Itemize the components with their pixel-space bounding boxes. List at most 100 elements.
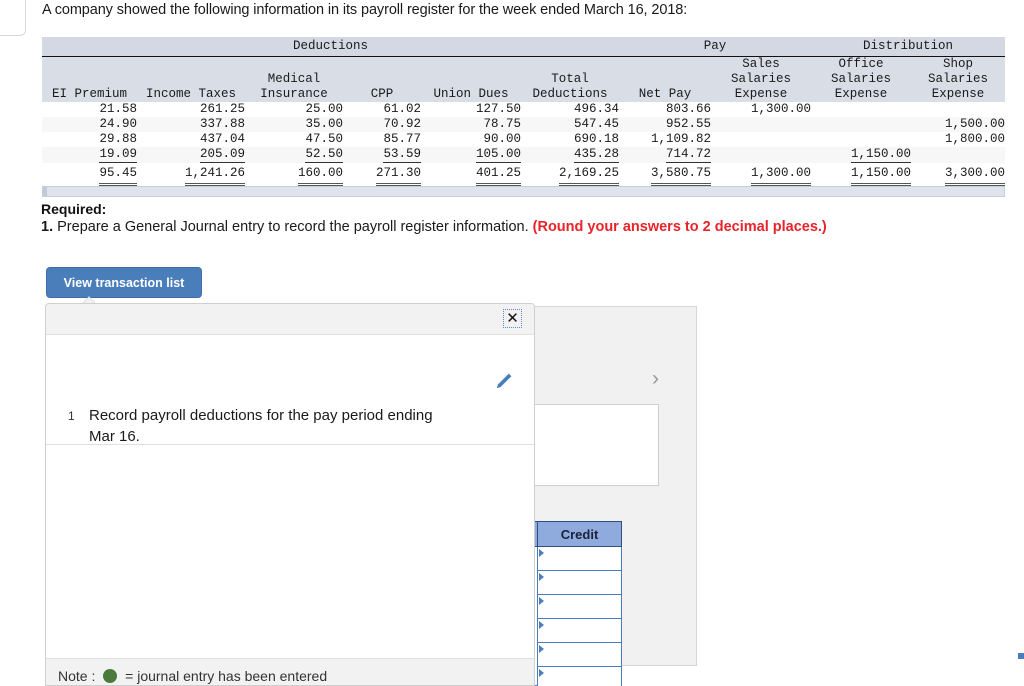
- credit-input-cell[interactable]: [537, 667, 622, 686]
- table-cell: 261.25: [137, 102, 245, 117]
- column-header-line: Salaries: [730, 72, 791, 86]
- table-cell: [811, 132, 911, 147]
- cell-value: 160.00: [297, 165, 343, 186]
- table-cell: 952.55: [619, 117, 711, 132]
- credit-input-cell[interactable]: [537, 643, 622, 667]
- close-icon[interactable]: ✕: [503, 309, 522, 328]
- cell-value: 2,169.25: [558, 165, 619, 186]
- cell-value: 53.59: [383, 147, 421, 163]
- column-header-line: Salaries: [830, 72, 891, 86]
- table-total-cell: 2,169.25: [521, 163, 619, 186]
- table-total-cell: 271.30: [343, 163, 421, 186]
- table-totals-row: 95.45 1,241.26 160.00 271.30 401.25 2,169.25 3…: [42, 163, 1005, 186]
- table-cell: 437.04: [137, 132, 245, 147]
- table-cell: 25.00: [245, 102, 343, 117]
- table-cell: 21.58: [42, 102, 137, 117]
- scrollbar-thumb[interactable]: [43, 187, 47, 196]
- cell-value: 19.09: [99, 147, 137, 163]
- table-cell: 803.66: [619, 102, 711, 117]
- credit-input-cell[interactable]: [537, 595, 622, 619]
- table-cell: 1,150.00: [811, 147, 911, 163]
- column-header-cell: Shop Salaries Expense: [911, 56, 1005, 102]
- column-header-line: CPP: [370, 87, 394, 101]
- column-header-line: Office: [838, 57, 884, 71]
- rounding-note: (Round your answers to 2 decimal places.…: [532, 219, 827, 235]
- table-cell: 1,800.00: [911, 132, 1005, 147]
- modal-footer: Note : = journal entry has been entered: [46, 658, 534, 685]
- column-header-line: Medical: [267, 72, 321, 86]
- column-header-line: Income Taxes: [145, 87, 236, 101]
- credit-input-cell[interactable]: [537, 547, 622, 571]
- requirement-number: 1.: [41, 219, 54, 235]
- required-label: Required:: [41, 201, 107, 217]
- column-header-cell: Income Taxes: [137, 56, 245, 102]
- table-cell: 1,500.00: [911, 117, 1005, 132]
- right-scroll-nub[interactable]: [1018, 653, 1024, 659]
- transaction-list-modal: ✕ 1 Record payroll deductions for the pa…: [45, 303, 535, 686]
- modal-header: ✕: [46, 304, 534, 335]
- group-header-cell: Distribution: [811, 37, 1005, 57]
- column-header-line: Net Pay: [638, 87, 692, 101]
- cell-value: 435.28: [573, 147, 619, 163]
- table-cell: 435.28: [521, 147, 619, 163]
- page-root: A company showed the following informati…: [0, 0, 1024, 686]
- cell-value: 105.00: [475, 147, 521, 163]
- column-header-cell: EI Premium: [42, 56, 137, 102]
- footer-note-prefix: Note :: [58, 668, 96, 684]
- table-cell: 78.75: [421, 117, 521, 132]
- table-cell: 1,109.82: [619, 132, 711, 147]
- intro-text: A company showed the following informati…: [42, 2, 688, 18]
- table-cell: [711, 147, 811, 163]
- table-cell: 24.90: [42, 117, 137, 132]
- column-header-line: Insurance: [260, 87, 328, 101]
- table-total-cell: 3,300.00: [911, 163, 1005, 186]
- payroll-register-table: Deductions Pay Distribution EI Premium Incom…: [42, 37, 1005, 186]
- table-cell: [711, 117, 811, 132]
- table-cell: [811, 102, 911, 117]
- group-header-cell: Deductions: [42, 37, 619, 57]
- cell-value: 3,300.00: [944, 165, 1005, 186]
- column-header-cell: Office Salaries Expense: [811, 56, 911, 102]
- table-row: 19.09 205.09 52.50 53.59 105.00 435.28 714.72 1…: [42, 147, 1005, 163]
- table-total-cell: 160.00: [245, 163, 343, 186]
- transaction-row-divider: [46, 444, 534, 445]
- payroll-table: Deductions Pay Distribution EI Premium Incom…: [42, 37, 1005, 186]
- journal-input-box[interactable]: [520, 404, 659, 486]
- cell-value: 1,150.00: [850, 165, 911, 186]
- credit-input-cell[interactable]: [537, 571, 622, 595]
- credit-column-header: Credit: [537, 521, 622, 547]
- table-cell: 70.92: [343, 117, 421, 132]
- table-header-row: EI Premium Income Taxes Medical Insurance CP…: [42, 56, 1005, 102]
- table-row: 29.88 437.04 47.50 85.77 90.00 690.18 1,109.82…: [42, 132, 1005, 147]
- view-transaction-list-button[interactable]: View transaction list: [46, 267, 202, 298]
- table-cell: 205.09: [137, 147, 245, 163]
- footer-note: Note : = journal entry has been entered: [58, 668, 327, 684]
- edit-pencil-icon[interactable]: [492, 371, 514, 393]
- table-cell: 61.02: [343, 102, 421, 117]
- table-cell: 53.59: [343, 147, 421, 163]
- cell-value: 1,150.00: [850, 147, 911, 163]
- table-horizontal-scrollbar[interactable]: [42, 186, 1005, 197]
- table-total-cell: 3,580.75: [619, 163, 711, 186]
- cell-value: 401.25: [475, 165, 521, 186]
- cell-value: 1,241.26: [184, 165, 245, 186]
- cell-value: 52.50: [305, 147, 343, 163]
- chevron-right-icon[interactable]: ›: [652, 368, 659, 389]
- column-header-cell: Medical Insurance: [245, 56, 343, 102]
- pencil-glyph: [497, 373, 512, 388]
- table-total-cell: 401.25: [421, 163, 521, 186]
- table-group-header-row: Deductions Pay Distribution: [42, 37, 1005, 57]
- column-header-line: Deductions: [532, 87, 608, 101]
- table-row: 21.58 261.25 25.00 61.02 127.50 496.34 803.66 1…: [42, 102, 1005, 117]
- table-cell: 714.72: [619, 147, 711, 163]
- table-total-cell: 1,150.00: [811, 163, 911, 186]
- table-cell: [711, 132, 811, 147]
- cell-value: 3,580.75: [650, 165, 711, 186]
- credit-input-cell[interactable]: [537, 619, 622, 643]
- table-cell: 337.88: [137, 117, 245, 132]
- column-header-line: Expense: [734, 87, 788, 101]
- column-header-cell: Union Dues: [421, 56, 521, 102]
- table-total-cell: 1,300.00: [711, 163, 811, 186]
- table-cell: [911, 102, 1005, 117]
- transaction-description: Record payroll deductions for the pay pe…: [89, 407, 433, 445]
